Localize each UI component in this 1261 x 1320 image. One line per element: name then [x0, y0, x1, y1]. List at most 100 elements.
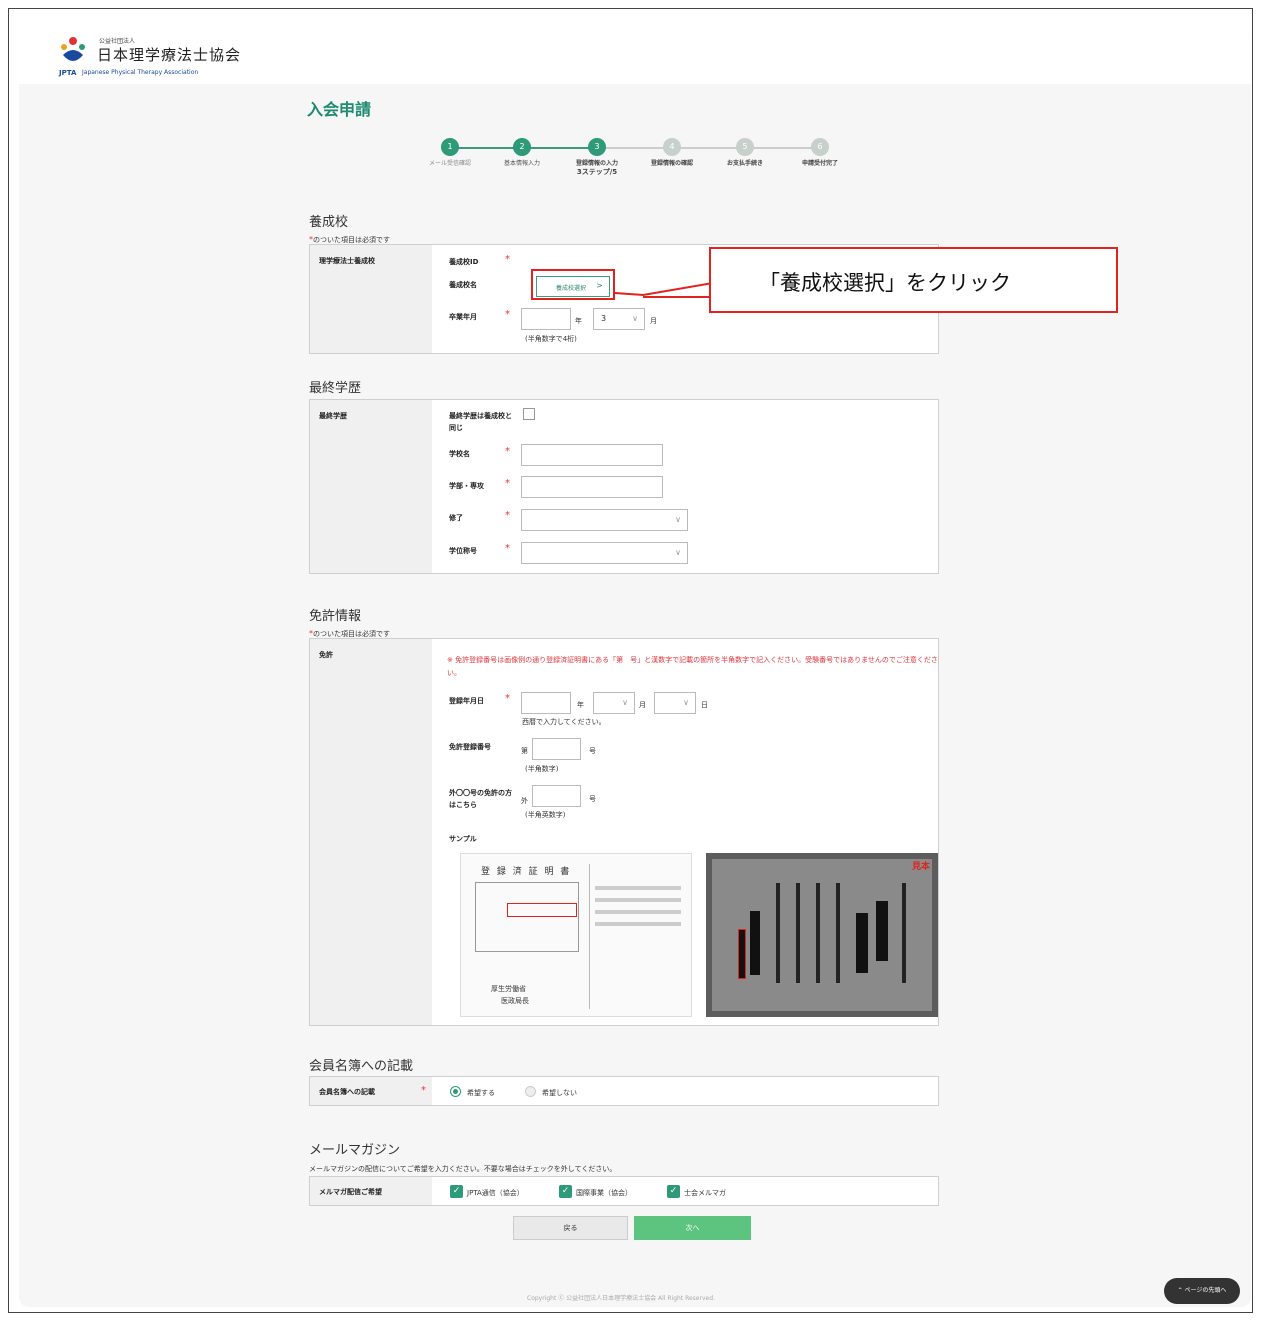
- same-as-school-label: 最終学歴は養成校と: [449, 412, 512, 420]
- mail-description: メールマガジンの配信についてご希望を入力ください。不要な場合はチェックを外してく…: [309, 1165, 617, 1173]
- sample-text-column: [902, 883, 906, 983]
- directory-form: 会員名簿への記載: [309, 1076, 939, 1106]
- mail-section-title: メールマガジン: [309, 1143, 401, 1158]
- reg-number-input[interactable]: [532, 738, 581, 760]
- chevron-down-icon: ∨: [675, 515, 681, 524]
- step-3: 3 登録情報の入力 3ステップ/5: [557, 138, 637, 176]
- school-name-label: 養成校名: [449, 281, 477, 289]
- education-section-title: 最終学歴: [309, 381, 362, 396]
- chevron-down-icon: ∨: [632, 314, 638, 323]
- chevron-down-icon: ∨: [675, 548, 681, 557]
- school-select-button[interactable]: 養成校選択 >: [536, 276, 610, 297]
- reg-day-select[interactable]: ∨: [654, 692, 696, 714]
- local-mailmag-checkbox[interactable]: ✓: [667, 1185, 680, 1198]
- foreign-number-input[interactable]: [532, 785, 581, 807]
- step-1-number: 1: [441, 138, 459, 156]
- sample-text-column: [776, 883, 780, 983]
- license-row-header: 免許: [310, 639, 432, 1025]
- same-as-school-checkbox[interactable]: [523, 408, 535, 420]
- next-button[interactable]: 次へ: [634, 1216, 751, 1240]
- jpta-news-checkbox[interactable]: ✓: [450, 1185, 463, 1198]
- year-unit: 年: [575, 317, 582, 325]
- dai-prefix: 第: [521, 747, 528, 755]
- school-name-field-label: 学校名: [449, 450, 470, 458]
- sample-certificate-image: 登 録 済 証 明 書 厚生労働省 医政局長: [460, 853, 692, 1017]
- step-5-number: 5: [736, 138, 754, 156]
- required-mark: *: [505, 510, 510, 521]
- directory-no-label: 希望しない: [542, 1089, 577, 1097]
- required-mark: *: [505, 543, 510, 554]
- reg-year-input[interactable]: [521, 692, 571, 714]
- step-6-number: 6: [811, 138, 829, 156]
- redaction-block: [856, 913, 868, 973]
- step-2-label: 基本情報入力: [503, 160, 540, 167]
- grad-month-select[interactable]: 3 ∨: [593, 308, 645, 330]
- license-section-title: 免許情報: [309, 609, 362, 624]
- gai-prefix: 外: [521, 797, 528, 805]
- org-english-name: Japanese Physical Therapy Association: [82, 69, 199, 76]
- step-1: 1 メール受信確認: [410, 138, 490, 168]
- education-row-header: 最終学歴: [310, 400, 432, 573]
- completion-select[interactable]: ∨: [521, 509, 688, 531]
- school-id-label: 養成校ID: [449, 258, 479, 266]
- chevron-down-icon: ∨: [622, 698, 628, 707]
- go-suffix: 号: [589, 795, 596, 803]
- chevron-up-icon: ⌃: [1177, 1287, 1185, 1294]
- degree-select[interactable]: ∨: [521, 542, 688, 564]
- directory-yes-radio[interactable]: [450, 1086, 461, 1097]
- sample-issuer: 厚生労働省: [491, 985, 526, 993]
- reg-number-hint: (半角数字): [525, 765, 559, 773]
- school-name-input[interactable]: [521, 444, 663, 466]
- sample-divider: [589, 864, 590, 1009]
- faculty-input[interactable]: [521, 476, 663, 498]
- page-top-button[interactable]: ⌃ ページの先頭へ: [1164, 1278, 1240, 1304]
- sample-mark: 見本: [911, 862, 930, 872]
- grad-year-hint: (半角数字で4桁): [525, 335, 577, 343]
- sample-label: サンプル: [449, 835, 477, 843]
- foreign-license-label-2: はこちら: [449, 801, 477, 809]
- date-hint: 西暦で入力してください。: [522, 718, 606, 726]
- sample-text-line: [595, 922, 681, 926]
- redaction-block: [738, 929, 746, 979]
- sample-license-image: 見本: [706, 853, 938, 1017]
- required-mark: *: [505, 446, 510, 457]
- step-3-number: 3: [588, 138, 606, 156]
- reg-month-select[interactable]: ∨: [593, 692, 635, 714]
- sample-certificate-title: 登 録 済 証 明 書: [481, 867, 572, 877]
- org-name: 日本理学療法士協会: [97, 46, 242, 64]
- directory-row-label: 会員名簿への記載: [319, 1088, 375, 1096]
- step-4-label: 登録情報の確認: [650, 160, 693, 167]
- redaction-block: [876, 901, 888, 961]
- day-unit: 日: [701, 701, 708, 709]
- required-mark: *: [505, 693, 510, 704]
- step-3-label: 登録情報の入力: [575, 160, 618, 167]
- foreign-number-hint: (半角英数字): [525, 811, 566, 819]
- month-unit: 月: [639, 701, 646, 709]
- mail-row-header: メルマガ配信ご希望: [310, 1177, 432, 1205]
- sample-certificate-table: [475, 882, 579, 952]
- back-button[interactable]: 戻る: [513, 1216, 628, 1240]
- step-1-label: メール受信確認: [428, 160, 471, 167]
- local-mailmag-label: 士会メルマガ: [684, 1189, 726, 1197]
- directory-row-header: 会員名簿への記載: [310, 1077, 432, 1105]
- chevron-down-icon: ∨: [683, 698, 689, 707]
- directory-no-radio[interactable]: [525, 1086, 536, 1097]
- sample-text-column: [816, 883, 820, 983]
- page-frame: 公益社団法人 日本理学療法士協会 JPTA Japanese Physical …: [8, 8, 1253, 1313]
- required-mark: *: [421, 1085, 426, 1096]
- step-3-sublabel: 3ステップ/5: [576, 168, 618, 176]
- foreign-license-label: 外〇〇号の免許の方: [449, 789, 512, 797]
- international-label: 国際事業（協会）: [576, 1189, 632, 1197]
- degree-label: 学位称号: [449, 547, 477, 555]
- reg-number-label: 免許登録番号: [449, 743, 491, 751]
- faculty-label: 学部・専攻: [449, 482, 484, 490]
- redaction-block: [750, 911, 760, 975]
- international-checkbox[interactable]: ✓: [559, 1185, 572, 1198]
- completion-label: 修了: [449, 514, 463, 522]
- callout-pointer: [614, 282, 713, 298]
- sample-issuer-2: 医政局長: [501, 997, 529, 1005]
- chevron-right-icon: >: [596, 281, 603, 290]
- grad-year-input[interactable]: [521, 308, 571, 330]
- jpta-logo-icon[interactable]: [59, 35, 87, 67]
- step-6-label: 申請受付完了: [801, 160, 838, 167]
